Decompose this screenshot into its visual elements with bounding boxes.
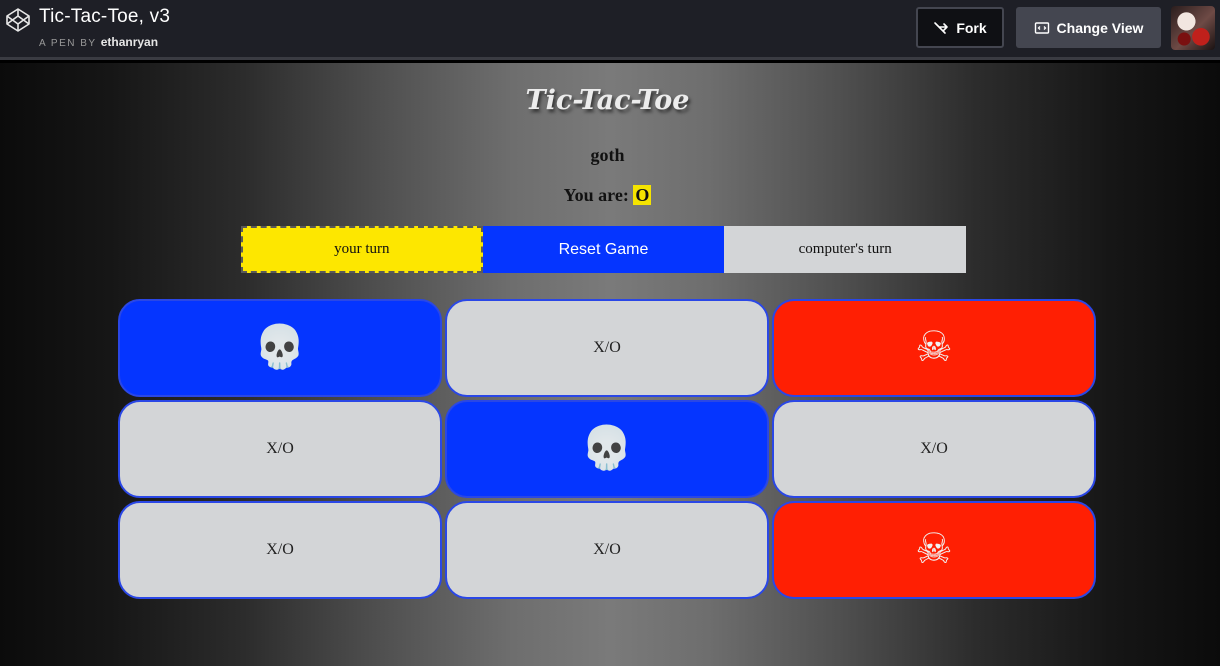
square-placeholder: X/O <box>266 541 294 558</box>
reset-game-button[interactable]: Reset Game <box>482 226 725 273</box>
board-square-8[interactable]: X/O <box>445 501 769 599</box>
player-name: goth <box>590 145 625 165</box>
your-turn-indicator: your turn <box>241 226 483 273</box>
change-view-icon <box>1034 21 1049 34</box>
pen-author-line: A PEN BY ethanryan <box>39 35 158 49</box>
board-square-6[interactable]: X/O <box>772 400 1096 498</box>
fork-label: Fork <box>956 19 987 36</box>
user-avatar[interactable] <box>1171 6 1215 50</box>
codepen-logo-icon[interactable] <box>5 7 31 33</box>
fork-icon <box>934 21 949 34</box>
square-placeholder: X/O <box>266 440 294 457</box>
board-square-9[interactable]: ☠ <box>772 501 1096 599</box>
change-view-label: Change View <box>1056 19 1144 36</box>
square-placeholder: X/O <box>593 541 621 558</box>
skull-crossbones-icon: ☠ <box>915 325 953 371</box>
pen-by-label: A PEN BY <box>39 38 97 49</box>
pen-preview: Tic-Tac-Toe goth You are: O your turn Re… <box>0 63 1220 666</box>
board-square-1[interactable]: 💀 <box>118 299 442 397</box>
author-link[interactable]: ethanryan <box>101 35 158 49</box>
fork-button[interactable]: Fork <box>916 7 1004 48</box>
square-placeholder: X/O <box>920 440 948 457</box>
board-square-5[interactable]: 💀 <box>445 400 769 498</box>
board-square-4[interactable]: X/O <box>118 400 442 498</box>
skull-crossbones-icon: ☠ <box>915 527 953 573</box>
pen-title: Tic-Tac-Toe, v3 <box>39 6 171 27</box>
status-bar: your turn Reset Game computer's turn <box>241 226 967 273</box>
change-view-button[interactable]: Change View <box>1016 7 1161 48</box>
skull-icon: 💀 <box>253 325 307 371</box>
board-square-7[interactable]: X/O <box>118 501 442 599</box>
board-square-2[interactable]: X/O <box>445 299 769 397</box>
game-title: Tic-Tac-Toe <box>525 85 690 116</box>
game-board: 💀 X/O ☠ X/O 💀 X/O X/O X/O ☠ <box>118 299 1096 599</box>
skull-icon: 💀 <box>580 426 634 472</box>
player-marker-badge: O <box>633 185 652 205</box>
you-are-label: You are: <box>563 185 629 205</box>
square-placeholder: X/O <box>593 339 621 356</box>
player-marker-line: You are: O <box>0 185 1215 206</box>
computer-turn-indicator: computer's turn <box>724 226 967 273</box>
codepen-header: Tic-Tac-Toe, v3 A PEN BY ethanryan Fork … <box>0 0 1220 60</box>
board-square-3[interactable]: ☠ <box>772 299 1096 397</box>
